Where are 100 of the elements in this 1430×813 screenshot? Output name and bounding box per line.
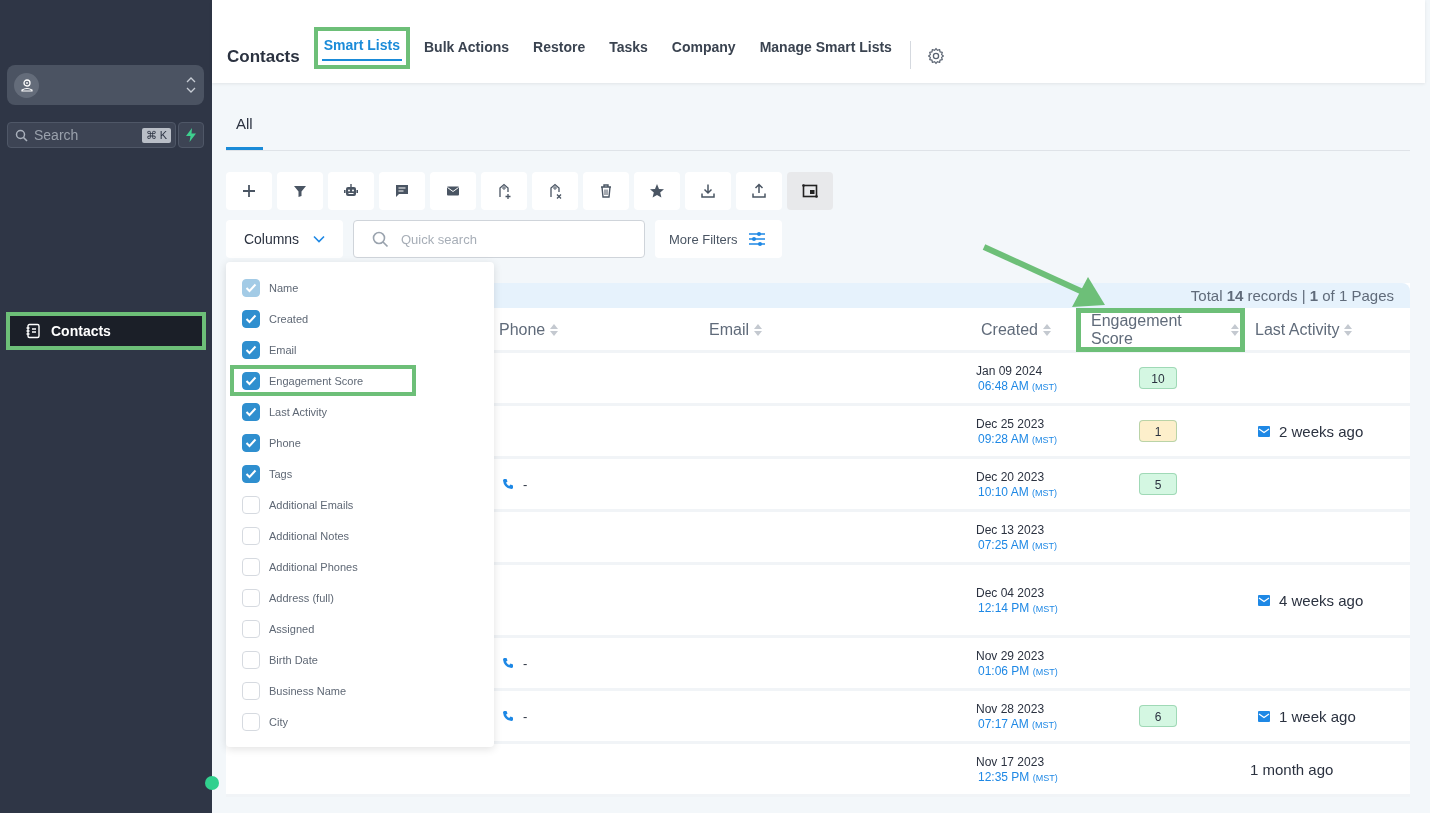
score-badge: 6: [1139, 705, 1177, 727]
chevron-updown-icon: [186, 77, 196, 93]
contacts-book-icon: [25, 323, 41, 339]
trash-button[interactable]: [583, 172, 629, 210]
sort-icon: [1230, 322, 1240, 338]
column-option[interactable]: Engagement Score: [230, 365, 416, 396]
upload-button[interactable]: [736, 172, 782, 210]
settings-icon[interactable]: [926, 47, 945, 65]
phone-icon: [502, 478, 514, 490]
last-activity: 2 weeks ago: [1279, 422, 1364, 440]
sort-icon: [1041, 322, 1052, 338]
collapse-handle[interactable]: [205, 776, 219, 790]
robot-button[interactable]: [328, 172, 374, 210]
checkbox[interactable]: [242, 402, 260, 421]
upload-icon: [750, 182, 768, 200]
check-icon: [245, 406, 257, 417]
nav-tab[interactable]: Company: [661, 29, 746, 69]
chat-button[interactable]: [379, 172, 425, 210]
checkbox[interactable]: [242, 371, 260, 390]
tag-remove-button[interactable]: [532, 172, 578, 210]
search-field[interactable]: Search ⌘ K: [7, 122, 176, 148]
mail-button[interactable]: [430, 172, 476, 210]
page-title: Contacts: [227, 47, 300, 68]
sort-icon: [753, 322, 763, 338]
sort-icon: [549, 322, 560, 338]
location-icon: [14, 72, 39, 98]
created-date: Dec 13 2023: [976, 522, 1045, 537]
download-button[interactable]: [685, 172, 731, 210]
column-option[interactable]: Business Name: [230, 675, 416, 706]
created-time: 12:14 PM (MST): [977, 600, 1058, 615]
search-input[interactable]: Search: [34, 127, 136, 143]
list-tab[interactable]: All: [226, 107, 263, 150]
download-icon: [699, 182, 717, 200]
phone-value: -: [523, 655, 528, 671]
created-time: 07:25 AM (MST): [977, 537, 1058, 552]
sort-icon: [1343, 322, 1354, 338]
last-activity: 4 weeks ago: [1279, 591, 1364, 609]
last-activity: 1 month ago: [1250, 760, 1334, 778]
column-option[interactable]: Tags: [230, 458, 416, 489]
nav-tab[interactable]: Restore: [523, 29, 596, 69]
column-option[interactable]: Birth Date: [230, 644, 416, 675]
nav-tab[interactable]: Manage Smart Lists: [749, 29, 902, 69]
column-header[interactable]: Phone: [494, 308, 704, 352]
column-header[interactable]: Engagement Score: [1076, 308, 1245, 352]
created-time: 12:35 PM (MST): [977, 769, 1058, 784]
shortcut-hint: ⌘ K: [141, 127, 171, 143]
nav-item[interactable]: Contacts: [6, 312, 206, 350]
column-option[interactable]: Additional Phones: [230, 551, 416, 582]
created-time: 10:10 AM (MST): [977, 484, 1058, 499]
nav-tab[interactable]: Tasks: [599, 29, 658, 69]
column-option[interactable]: Additional Notes: [230, 520, 416, 551]
phone-icon: [502, 657, 514, 669]
column-option[interactable]: City: [230, 706, 416, 737]
created-time: 07:17 AM (MST): [977, 716, 1058, 731]
chat-icon: [393, 182, 411, 200]
columns-icon: [801, 182, 819, 200]
star-button[interactable]: [634, 172, 680, 210]
column-header[interactable]: Email: [704, 308, 976, 352]
add-button[interactable]: [226, 172, 272, 210]
score-badge: 1: [1139, 420, 1177, 442]
check-icon: [245, 282, 257, 293]
column-option[interactable]: Email: [230, 334, 416, 365]
search-icon: [15, 128, 28, 142]
column-option[interactable]: Assigned: [230, 613, 416, 644]
quick-search-field[interactable]: Quick search: [353, 220, 645, 258]
created-date: Nov 29 2023: [976, 648, 1045, 663]
add-icon: [240, 182, 258, 200]
star-icon: [648, 182, 666, 200]
column-option[interactable]: Address (full): [230, 582, 416, 613]
columns-dropdown[interactable]: Columns: [226, 220, 343, 258]
location-switcher[interactable]: [7, 65, 204, 105]
nav-tab[interactable]: Bulk Actions: [414, 29, 520, 69]
column-header[interactable]: Last Activity: [1245, 308, 1410, 352]
created-time: 06:48 AM (MST): [977, 378, 1058, 393]
columns-button[interactable]: [787, 172, 833, 210]
nav-tab[interactable]: Smart Lists: [313, 27, 410, 69]
search-icon: [372, 230, 389, 248]
column-option[interactable]: Last Activity: [230, 396, 416, 427]
lightning-icon: [185, 128, 197, 142]
column-option[interactable]: Additional Emails: [230, 489, 416, 520]
more-filters-button[interactable]: More Filters: [655, 220, 782, 258]
phone-icon: [502, 710, 514, 722]
column-option[interactable]: Created: [230, 303, 416, 334]
last-activity: 1 week ago: [1279, 707, 1356, 725]
checkbox[interactable]: [242, 309, 260, 328]
records-summary: Total 14 records | 1 of 1 Pages: [1190, 287, 1394, 304]
quick-action-button[interactable]: [178, 122, 204, 148]
email-icon: [1258, 710, 1270, 722]
score-badge: 10: [1139, 367, 1177, 389]
tag-add-button[interactable]: [481, 172, 527, 210]
checkbox[interactable]: [242, 433, 260, 452]
column-option[interactable]: Phone: [230, 427, 416, 458]
checkbox[interactable]: [242, 464, 260, 483]
chevron-down-icon: [313, 235, 326, 243]
filter-button[interactable]: [277, 172, 323, 210]
created-time: 09:28 AM (MST): [977, 431, 1058, 446]
checkbox[interactable]: [242, 340, 260, 359]
score-badge: 5: [1139, 473, 1177, 495]
phone-value: -: [523, 708, 528, 724]
column-header[interactable]: Created: [976, 308, 1076, 352]
